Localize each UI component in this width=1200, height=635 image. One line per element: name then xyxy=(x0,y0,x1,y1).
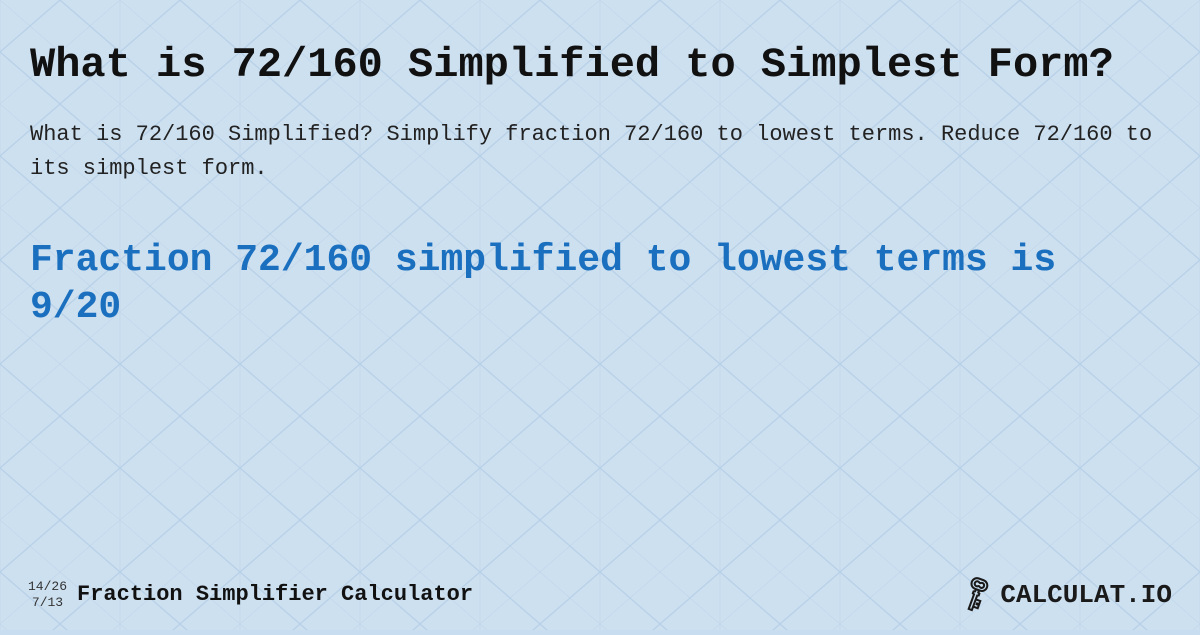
result-text: Fraction 72/160 simplified to lowest ter… xyxy=(30,237,1170,332)
footer-left: 14/26 7/13 Fraction Simplifier Calculato… xyxy=(28,579,473,610)
calculat-logo: 🗝 CALCULAT.IO xyxy=(959,577,1172,612)
main-content: What is 72/160 Simplified to Simplest Fo… xyxy=(0,0,1200,402)
main-title: What is 72/160 Simplified to Simplest Fo… xyxy=(30,40,1170,90)
footer-site-title: Fraction Simplifier Calculator xyxy=(77,582,473,607)
logo-text: CALCULAT.IO xyxy=(1000,580,1172,610)
fraction-bottom: 7/13 xyxy=(32,595,63,611)
fraction-top: 14/26 xyxy=(28,579,67,595)
description-text: What is 72/160 Simplified? Simplify frac… xyxy=(30,118,1170,186)
key-icon: 🗝 xyxy=(952,570,1000,618)
footer-fraction: 14/26 7/13 xyxy=(28,579,67,610)
footer: 14/26 7/13 Fraction Simplifier Calculato… xyxy=(28,577,1172,612)
